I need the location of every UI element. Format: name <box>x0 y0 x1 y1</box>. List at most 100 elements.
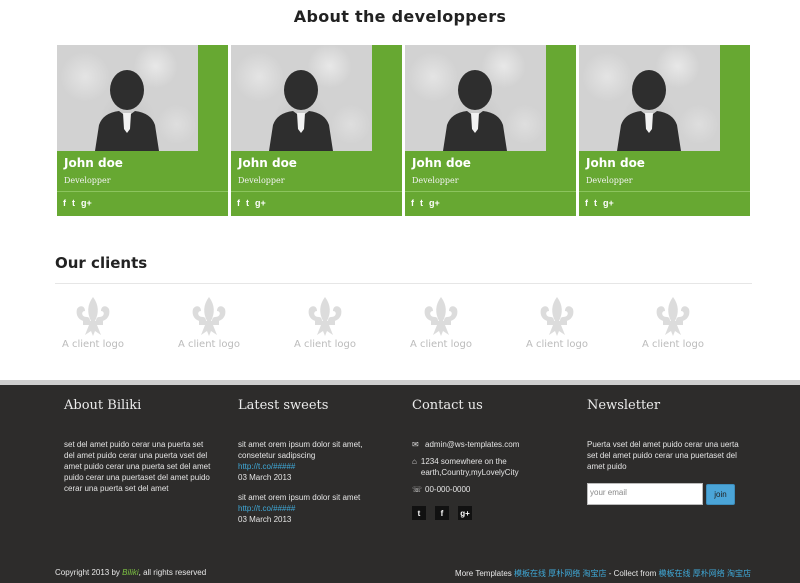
facebook-icon[interactable]: f <box>411 198 414 208</box>
fleur-de-lis-icon <box>76 297 110 336</box>
envelope-icon: ✉ <box>412 440 419 449</box>
person-silhouette-icon <box>95 70 159 151</box>
developer-social: f t g+ <box>237 198 266 208</box>
collect-link-2[interactable]: 厚朴网络 <box>693 569 725 578</box>
contact-address-row: ⌂ 1234 somewhere on the earth,Country,my… <box>412 456 522 478</box>
collect-link-1[interactable]: 模板在线 <box>659 569 691 578</box>
developer-card: John doe Developper f t g+ <box>57 45 228 216</box>
person-silhouette-icon <box>443 70 507 151</box>
developer-cards: John doe Developper f t g+ John doe Deve… <box>57 45 751 216</box>
client-logo-label: A client logo <box>177 339 241 350</box>
tweet-date: 03 March 2013 <box>238 515 292 524</box>
developer-social: f t g+ <box>63 198 92 208</box>
tweet-text: sit amet orem ipsum dolor sit amet <box>238 493 361 502</box>
facebook-icon[interactable]: f <box>435 506 449 520</box>
more-link-3[interactable]: 淘宝店 <box>583 569 607 578</box>
phone-icon: ☏ <box>412 485 423 494</box>
client-logo[interactable]: A client logo <box>289 295 361 353</box>
developers-title: About the developpers <box>293 7 507 26</box>
footer: About Biliki set del amet puido cerar un… <box>0 385 800 583</box>
card-divider <box>57 191 228 192</box>
google-plus-icon[interactable]: g+ <box>429 198 440 208</box>
twitter-icon[interactable]: t <box>246 198 249 208</box>
copyright-suffix: , all rights reserved <box>138 568 207 577</box>
developer-card: John doe Developper f t g+ <box>405 45 576 216</box>
developer-name: John doe <box>238 156 297 170</box>
client-logo[interactable]: A client logo <box>521 295 593 353</box>
tweet-link[interactable]: http://t.co/##### <box>238 503 368 514</box>
tweet-item: sit amet orem ipsum dolor sit amet http:… <box>238 492 368 525</box>
developer-photo <box>231 45 372 151</box>
twitter-icon[interactable]: t <box>594 198 597 208</box>
more-templates-label: More Templates <box>455 569 512 578</box>
newsletter-text: Puerta vset del amet puido cerar una uer… <box>587 440 739 471</box>
google-plus-icon[interactable]: g+ <box>603 198 614 208</box>
twitter-icon[interactable]: t <box>412 506 426 520</box>
copyright-prefix: Copyright 2013 by <box>55 568 120 577</box>
person-silhouette-icon <box>617 70 681 151</box>
footer-about-title: About Biliki <box>64 398 142 413</box>
fleur-de-lis-icon <box>656 297 690 336</box>
developer-role: Developper <box>64 176 111 185</box>
client-logo-label: A client logo <box>293 339 357 350</box>
contact-email-row: ✉ admin@ws-templates.com <box>412 439 522 450</box>
client-logo[interactable]: A client logo <box>173 295 245 353</box>
copyright-brand-link[interactable]: Biliki <box>122 568 138 577</box>
fleur-de-lis-icon <box>540 297 574 336</box>
tweet-date: 03 March 2013 <box>238 473 292 482</box>
developer-role: Developper <box>586 176 633 185</box>
newsletter-join-button[interactable]: join <box>706 484 735 505</box>
clients-title: Our clients <box>55 254 148 272</box>
contact-phone: 00-000-0000 <box>425 485 471 494</box>
footer-contact-title: Contact us <box>412 398 483 413</box>
card-divider <box>231 191 402 192</box>
fleur-de-lis-icon <box>308 297 342 336</box>
contact-address: 1234 somewhere on the earth,Country,myLo… <box>420 457 519 477</box>
twitter-icon[interactable]: t <box>420 198 423 208</box>
newsletter-email-input[interactable]: your email <box>587 483 703 505</box>
client-logo[interactable]: A client logo <box>637 295 709 353</box>
developer-social: f t g+ <box>585 198 614 208</box>
developer-card: John doe Developper f t g+ <box>579 45 750 216</box>
tweet-text: sit amet orem ipsum dolor sit amet, cons… <box>238 440 363 460</box>
footer-about-text: set del amet puido cerar una puerta set … <box>64 440 211 493</box>
footer-social: t f g+ <box>412 506 472 520</box>
client-logo-label: A client logo <box>61 339 125 350</box>
client-logo[interactable]: A client logo <box>57 295 129 353</box>
facebook-icon[interactable]: f <box>237 198 240 208</box>
developer-name: John doe <box>64 156 123 170</box>
contact-email[interactable]: admin@ws-templates.com <box>425 439 519 450</box>
card-divider <box>405 191 576 192</box>
contact-info: ✉ admin@ws-templates.com ⌂ 1234 somewher… <box>412 439 522 501</box>
twitter-icon[interactable]: t <box>72 198 75 208</box>
more-link-2[interactable]: 厚朴网络 <box>548 569 580 578</box>
developer-card: John doe Developper f t g+ <box>231 45 402 216</box>
contact-phone-row: ☏ 00-000-0000 <box>412 484 522 495</box>
footer-tweets-title: Latest sweets <box>238 398 329 413</box>
google-plus-icon[interactable]: g+ <box>81 198 92 208</box>
developer-photo <box>57 45 198 151</box>
footer-newsletter-title: Newsletter <box>587 398 661 413</box>
more-link-1[interactable]: 模板在线 <box>514 569 546 578</box>
developer-photo <box>579 45 720 151</box>
client-logo-label: A client logo <box>525 339 589 350</box>
client-logo-label: A client logo <box>641 339 705 350</box>
client-logo-label: A client logo <box>409 339 473 350</box>
home-icon: ⌂ <box>412 457 417 466</box>
tweet-list: sit amet orem ipsum dolor sit amet, cons… <box>238 439 368 525</box>
developer-name: John doe <box>412 156 471 170</box>
developer-role: Developper <box>238 176 285 185</box>
collect-link-3[interactable]: 淘宝店 <box>727 569 751 578</box>
developer-social: f t g+ <box>411 198 440 208</box>
more-templates: More Templates 模板在线 厚朴网络 淘宝店 - Collect f… <box>455 568 751 579</box>
collect-from-label: - Collect from <box>608 569 657 578</box>
tweet-link[interactable]: http://t.co/##### <box>238 461 368 472</box>
facebook-icon[interactable]: f <box>585 198 588 208</box>
facebook-icon[interactable]: f <box>63 198 66 208</box>
copyright: Copyright 2013 by Biliki, all rights res… <box>55 568 206 577</box>
client-logo[interactable]: A client logo <box>405 295 477 353</box>
google-plus-icon[interactable]: g+ <box>255 198 266 208</box>
person-silhouette-icon <box>269 70 333 151</box>
google-plus-icon[interactable]: g+ <box>458 506 472 520</box>
fleur-de-lis-icon <box>192 297 226 336</box>
